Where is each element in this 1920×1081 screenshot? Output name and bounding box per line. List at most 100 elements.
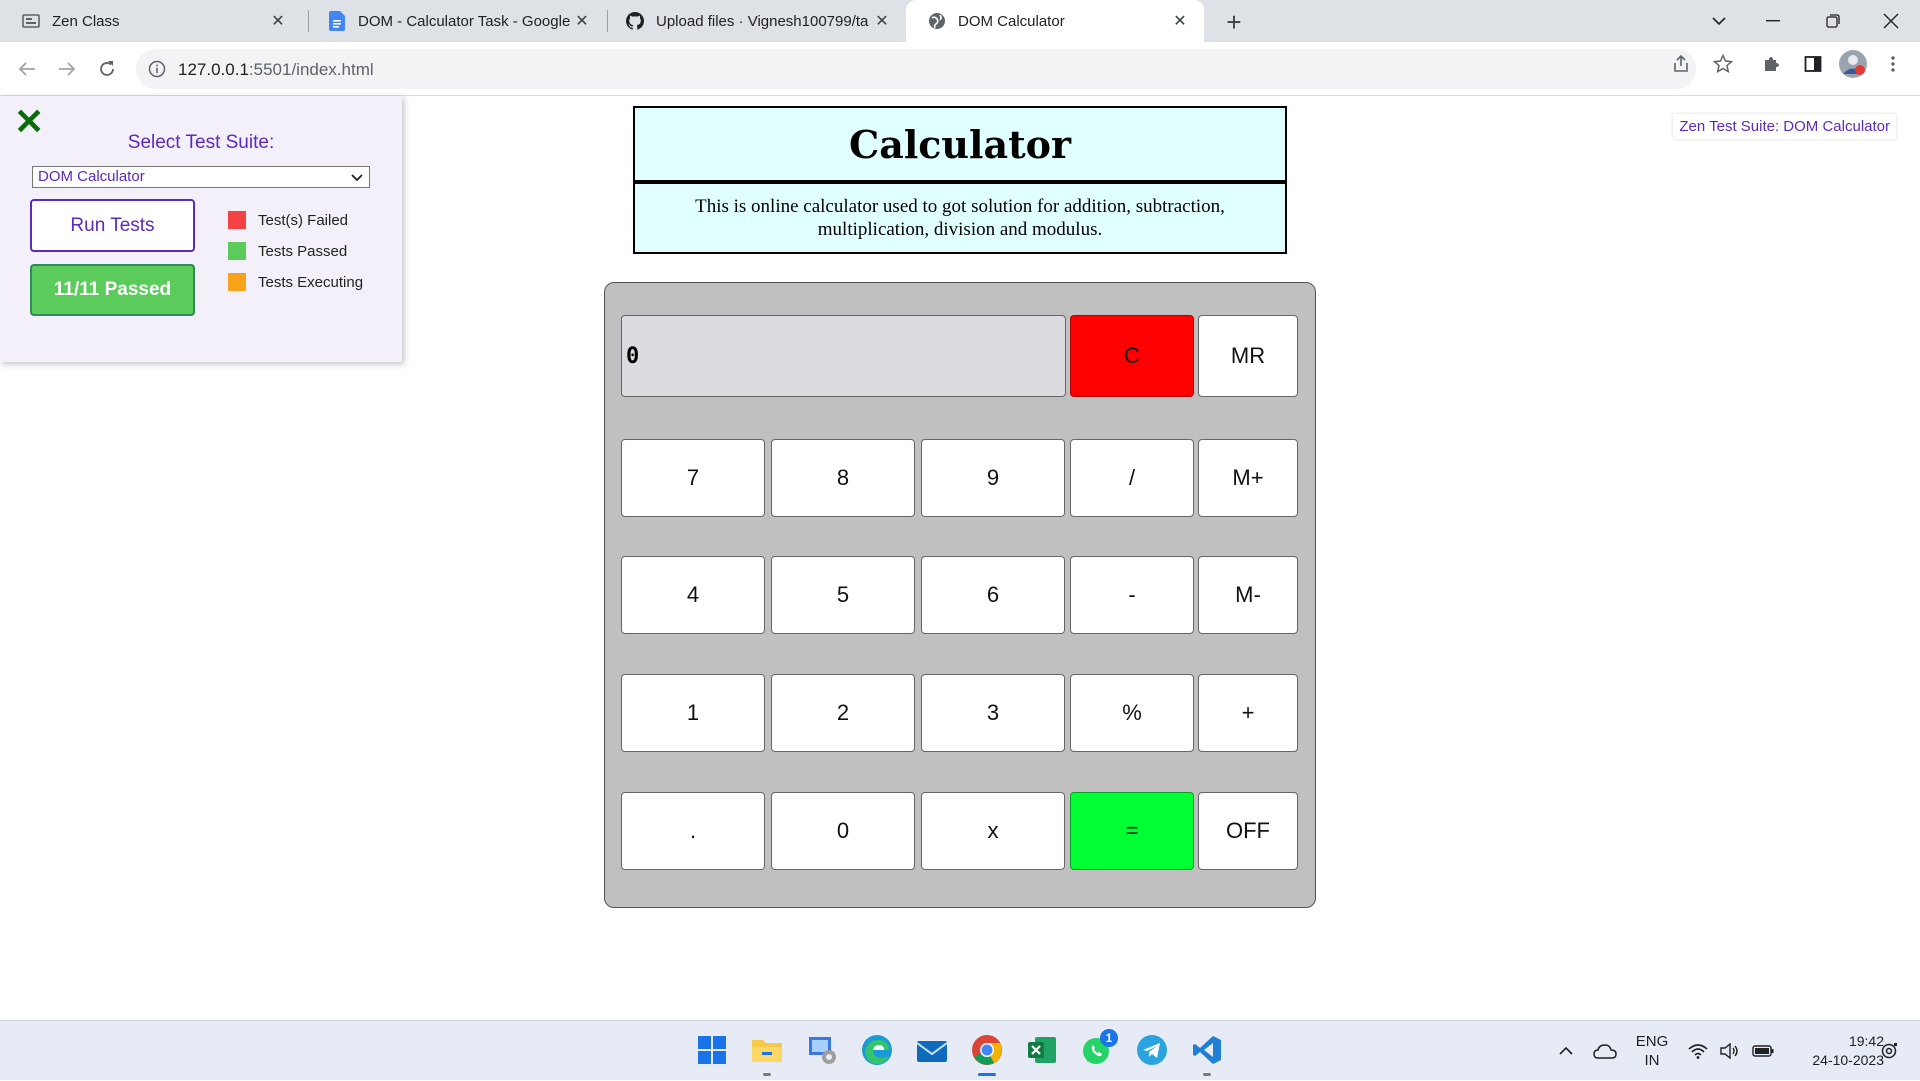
modulus-button[interactable]: % [1070,674,1194,752]
back-arrow-icon[interactable] [12,54,42,84]
minimize-icon[interactable] [1750,0,1796,42]
close-icon[interactable]: ✕ [1170,11,1190,31]
windows-start-icon[interactable] [693,1031,731,1069]
legend-label: Tests Passed [258,242,348,260]
legend-label: Tests Executing [258,273,364,291]
add-button[interactable]: + [1198,674,1298,752]
github-favicon [626,12,644,30]
calculator-description: This is online calculator used to got so… [633,182,1287,254]
mail-icon[interactable] [913,1031,951,1069]
url-text: 127.0.0.1:5501/index.html [178,60,374,80]
key-1[interactable]: 1 [621,674,765,752]
key-8[interactable]: 8 [771,439,915,517]
key-4[interactable]: 4 [621,556,765,634]
key-2[interactable]: 2 [771,674,915,752]
volume-icon[interactable] [1716,1021,1744,1081]
windows-taskbar: 1 ENG IN 19:42 24-10-2023 [0,1020,1920,1080]
divide-button[interactable]: / [1070,439,1194,517]
tab-title: Upload files · Vignesh100799/ta [656,12,869,30]
legend-failed: Test(s) Failed [228,211,348,229]
close-icon[interactable]: ✕ [268,11,288,31]
notification-settings-icon[interactable] [1872,1021,1906,1081]
excel-icon[interactable] [1023,1031,1061,1069]
chrome-menu-icon[interactable] [1880,51,1906,77]
close-icon[interactable]: ✕ [872,11,892,31]
page-content: ✕ Select Test Suite: DOM Calculator Run … [0,96,1920,1020]
side-panel-icon[interactable] [1800,51,1826,77]
test-result-button[interactable]: 11/11 Passed [30,264,195,316]
globe-favicon [928,12,946,30]
zen-test-suite-badge: Zen Test Suite: DOM Calculator [1673,114,1896,139]
whatsapp-notification-badge: 1 [1100,1029,1118,1047]
memory-subtract-button[interactable]: M- [1198,556,1298,634]
legend-swatch-passed [228,242,246,260]
subtract-button[interactable]: - [1070,556,1194,634]
multiply-button[interactable]: x [921,792,1065,870]
new-tab-button[interactable]: + [1220,7,1248,37]
close-icon[interactable]: ✕ [572,11,592,31]
vscode-icon[interactable] [1188,1031,1226,1069]
calculator-display[interactable]: 0 [621,315,1066,397]
chevron-down-icon [351,167,363,193]
key-0[interactable]: 0 [771,792,915,870]
forward-arrow-icon[interactable] [52,54,82,84]
file-explorer-icon[interactable] [748,1031,786,1069]
language-code: ENG [1635,1033,1669,1050]
profile-avatar[interactable] [1838,49,1868,79]
chrome-icon[interactable] [968,1031,1006,1069]
onedrive-cloud-icon[interactable] [1588,1021,1622,1081]
select-suite-label: Select Test Suite: [127,132,275,153]
legend-passed: Tests Passed [228,242,347,260]
run-tests-button[interactable]: Run Tests [30,199,195,252]
info-icon[interactable] [148,60,166,78]
extensions-puzzle-icon[interactable] [1758,51,1784,77]
wifi-icon[interactable] [1684,1021,1712,1081]
clock[interactable]: 19:42 24-10-2023 [1784,1021,1884,1081]
memory-recall-button[interactable]: MR [1198,315,1298,397]
google-docs-favicon [328,11,346,31]
clear-button[interactable]: C [1070,315,1194,397]
region-code: IN [1644,1052,1660,1069]
language-indicator[interactable]: ENG IN [1630,1021,1674,1081]
key-6[interactable]: 6 [921,556,1065,634]
control-panel-icon[interactable] [803,1031,841,1069]
restore-icon[interactable] [1810,0,1856,42]
active-app-indicator [978,1073,996,1076]
running-indicator [1203,1073,1211,1076]
tab-search-chevron-icon[interactable] [1696,0,1742,42]
tray-chevron-up-icon[interactable] [1552,1021,1580,1081]
tab-upload-files[interactable]: Upload files · Vignesh100799/ta ✕ [604,0,906,42]
key-9[interactable]: 9 [921,439,1065,517]
equals-button[interactable]: = [1070,792,1194,870]
reload-icon[interactable] [92,54,122,84]
share-icon[interactable] [1668,51,1694,77]
legend-swatch-executing [228,273,246,291]
tab-dom-calculator-task[interactable]: DOM - Calculator Task - Google ✕ [306,0,606,42]
off-button[interactable]: OFF [1198,792,1298,870]
test-suite-select[interactable]: DOM Calculator [32,166,370,188]
browser-toolbar: 127.0.0.1:5501/index.html [0,42,1920,96]
key-3[interactable]: 3 [921,674,1065,752]
key-5[interactable]: 5 [771,556,915,634]
decimal-button[interactable]: . [621,792,765,870]
legend-label: Test(s) Failed [258,211,349,229]
browser-tab-strip: Zen Class ✕ DOM - Calculator Task - Goog… [0,0,1920,42]
selected-suite-value: DOM Calculator [38,168,145,185]
battery-icon[interactable] [1748,1021,1778,1081]
tab-title: DOM Calculator [958,12,1065,30]
window-close-icon[interactable] [1868,0,1914,42]
memory-add-button[interactable]: M+ [1198,439,1298,517]
telegram-icon[interactable] [1133,1031,1171,1069]
legend-executing: Tests Executing [228,273,363,291]
address-bar[interactable]: 127.0.0.1:5501/index.html [136,49,1696,89]
tab-title: DOM - Calculator Task - Google [358,12,571,30]
url-path: :5501/index.html [248,60,374,79]
tab-dom-calculator[interactable]: DOM Calculator ✕ [906,0,1204,42]
tab-title: Zen Class [52,12,120,30]
tab-zen-class[interactable]: Zen Class ✕ [0,0,302,42]
bookmark-star-icon[interactable] [1710,51,1736,77]
edge-icon[interactable] [858,1031,896,1069]
calculator-body: 0 C MR 7 8 9 / M+ 4 5 6 - M- 1 2 3 % + .… [604,282,1316,908]
url-host: 127.0.0.1 [178,60,249,79]
key-7[interactable]: 7 [621,439,765,517]
